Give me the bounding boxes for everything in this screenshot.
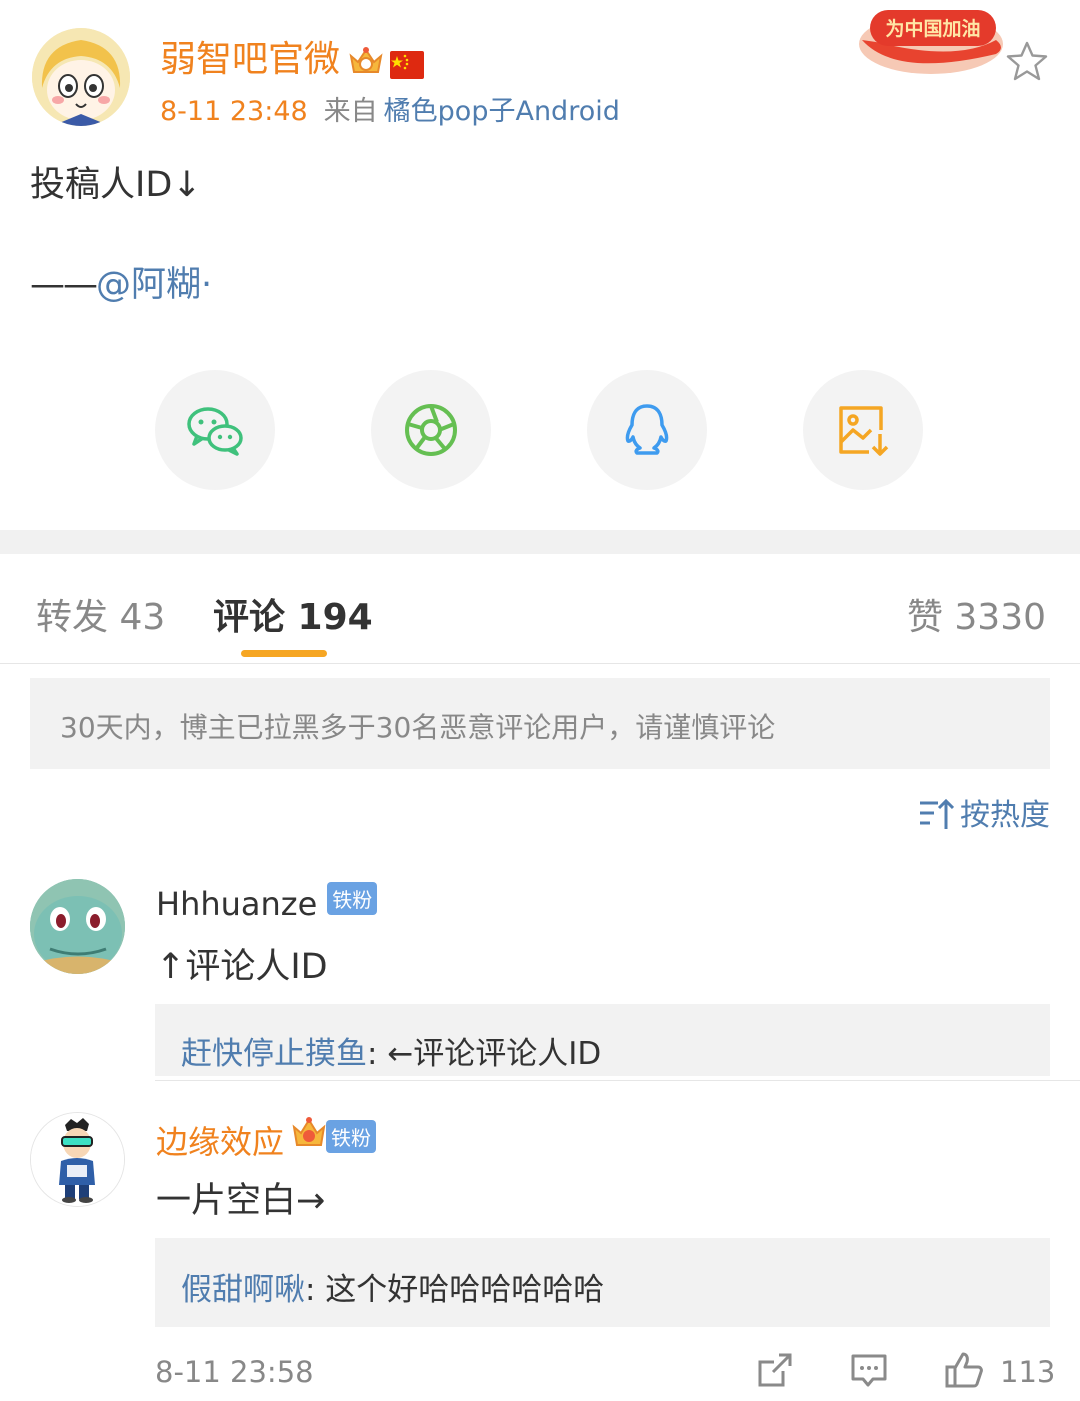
tab-likes[interactable]: 赞 3330	[907, 588, 1046, 640]
reply-comment-icon[interactable]	[849, 1350, 889, 1390]
sort-icon	[920, 798, 955, 829]
comment-avatar[interactable]	[30, 879, 125, 974]
reply-user[interactable]: 赶快停止摸鱼	[181, 1036, 367, 1072]
iron-fan-badge: 铁粉	[326, 1120, 377, 1153]
tab-comments[interactable]: 评论 194	[213, 588, 373, 640]
comment-user-name: 边缘效应	[156, 1123, 285, 1161]
iron-fan-badge: 铁粉	[327, 882, 378, 915]
tab-active-indicator	[241, 650, 327, 657]
china-flag-icon	[390, 47, 425, 79]
comment-user[interactable]: 边缘效应 铁粉	[156, 1115, 377, 1163]
comment-notice-text: 30天内，博主已拉黑多于30名恶意评论用户，请谨慎评论	[60, 711, 776, 744]
post-mention-link[interactable]: @阿糊·	[96, 265, 212, 305]
author-avatar[interactable]	[32, 28, 130, 126]
moments-icon	[405, 404, 457, 456]
promo-badge[interactable]: 为中国加油	[856, 0, 1006, 80]
author-name-text: 弱智吧官微	[160, 39, 341, 80]
qq-icon	[625, 404, 669, 455]
comment-text: ↑评论人ID	[156, 947, 328, 987]
post-from-label: 来自	[323, 96, 378, 127]
post-signature: ——@阿糊·	[30, 256, 212, 307]
tab-border	[0, 663, 1080, 664]
share-moments-button[interactable]	[371, 370, 491, 490]
share-comment-icon[interactable]	[755, 1350, 795, 1390]
post-dash: ——	[30, 265, 98, 305]
comment-notice: 30天内，博主已拉黑多于30名恶意评论用户，请谨慎评论	[30, 678, 1050, 769]
wechat-icon	[187, 407, 243, 456]
comment-separator	[155, 1080, 1080, 1081]
like-comment-icon[interactable]	[944, 1350, 984, 1390]
author-name[interactable]: 弱智吧官微	[160, 30, 425, 82]
comment-avatar[interactable]	[30, 1112, 125, 1207]
save-image-icon	[839, 406, 889, 456]
vip-crown-icon	[348, 44, 384, 78]
save-image-button[interactable]	[803, 370, 923, 490]
favorite-star-icon[interactable]	[1005, 40, 1049, 82]
sort-by-hot-button[interactable]: 按热度	[918, 790, 1050, 834]
comment-text: 一片空白→	[156, 1181, 326, 1221]
post-time: 8-11 23:48	[160, 96, 308, 127]
comment-time: 8-11 23:58	[155, 1355, 314, 1389]
reply-text: : 这个好哈哈哈哈哈哈	[305, 1272, 605, 1308]
reply-preview[interactable]: 赶快停止摸鱼: ←评论评论人ID	[155, 1004, 1050, 1076]
share-wechat-button[interactable]	[155, 370, 275, 490]
like-count: 113	[1000, 1355, 1056, 1389]
post-source-link[interactable]: 橘色pop子Android	[384, 96, 620, 127]
promo-badge-text: 为中国加油	[885, 17, 980, 40]
reply-line: 假甜啊啾: 这个好哈哈哈哈哈哈	[181, 1264, 604, 1309]
vip-crown-icon	[292, 1115, 326, 1159]
section-divider	[0, 530, 1080, 554]
comment-user[interactable]: Hhhuanze 铁粉	[156, 882, 378, 923]
reply-preview[interactable]: 假甜啊啾: 这个好哈哈哈哈哈哈	[155, 1238, 1050, 1327]
reply-user[interactable]: 假甜啊啾	[181, 1272, 305, 1308]
comment-user-name: Hhhuanze	[156, 885, 318, 923]
reply-text: : ←评论评论人ID	[367, 1036, 602, 1072]
reply-line: 赶快停止摸鱼: ←评论评论人ID	[181, 1028, 601, 1073]
share-qq-button[interactable]	[587, 370, 707, 490]
post-meta: 8-11 23:48 来自 橘色pop子Android	[160, 89, 620, 128]
sort-label: 按热度	[960, 798, 1050, 833]
tab-reposts[interactable]: 转发 43	[36, 588, 165, 640]
post-content: 投稿人ID↓	[30, 165, 202, 205]
